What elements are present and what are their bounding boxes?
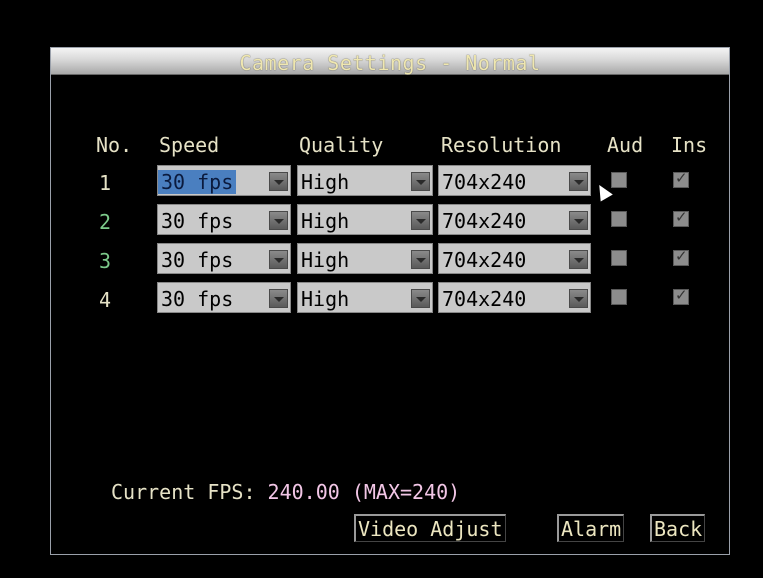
column-header-ins: Ins — [671, 133, 708, 157]
row-2-speed-value: 30 fps — [161, 209, 234, 233]
row-3-resolution-value: 704x240 — [442, 248, 527, 272]
row-1-speed-value: 30 fps — [158, 170, 237, 194]
row-4-ins-checkbox[interactable] — [673, 286, 689, 305]
row-1-ins-checkbox[interactable] — [673, 169, 689, 188]
row-4-resolution-select[interactable]: 704x240 — [438, 282, 591, 313]
row-1-speed-select[interactable]: 30 fps — [157, 165, 291, 196]
camera-settings-panel: Camera Settings - Normal No. Speed Quali… — [50, 47, 730, 555]
row-1-aud-checkbox[interactable] — [611, 172, 627, 188]
row-3-resolution-select[interactable]: 704x240 — [438, 243, 591, 274]
row-2-resolution-select[interactable]: 704x240 — [438, 204, 591, 235]
chevron-down-icon[interactable] — [411, 250, 430, 269]
row-4-speed-select[interactable]: 30 fps — [157, 282, 291, 313]
row-4-resolution-value: 704x240 — [442, 287, 527, 311]
back-button[interactable]: Back — [650, 514, 706, 542]
row-2-number: 2 — [99, 210, 112, 234]
row-1-resolution-value: 704x240 — [442, 170, 527, 194]
row-4-speed-value: 30 fps — [161, 287, 234, 311]
alarm-button[interactable]: Alarm — [557, 514, 625, 542]
chevron-down-icon[interactable] — [269, 211, 288, 230]
row-3-quality-select[interactable]: High — [297, 243, 433, 274]
chevron-down-icon[interactable] — [269, 250, 288, 269]
chevron-down-icon[interactable] — [569, 172, 588, 191]
video-adjust-button[interactable]: Video Adjust — [354, 514, 506, 542]
row-3-quality-value: High — [301, 248, 350, 272]
chevron-down-icon[interactable] — [411, 289, 430, 308]
row-1-resolution-select[interactable]: 704x240 — [438, 165, 591, 196]
row-4-aud-checkbox[interactable] — [611, 289, 627, 305]
chevron-down-icon[interactable] — [569, 211, 588, 230]
column-header-speed: Speed — [159, 133, 220, 157]
chevron-down-icon[interactable] — [411, 172, 430, 191]
row-4-quality-value: High — [301, 287, 350, 311]
column-header-resolution: Resolution — [441, 133, 562, 157]
row-2-ins-checkbox[interactable] — [673, 208, 689, 227]
row-2-quality-select[interactable]: High — [297, 204, 433, 235]
row-4-quality-select[interactable]: High — [297, 282, 433, 313]
chevron-down-icon[interactable] — [269, 172, 288, 191]
column-header-aud: Aud — [607, 133, 644, 157]
row-2-quality-value: High — [301, 209, 350, 233]
row-3-speed-select[interactable]: 30 fps — [157, 243, 291, 274]
chevron-down-icon[interactable] — [569, 250, 588, 269]
row-4-number: 4 — [99, 288, 112, 312]
row-1-number: 1 — [99, 171, 112, 195]
window-title: Camera Settings - Normal — [239, 51, 541, 75]
title-bar: Camera Settings - Normal — [51, 48, 729, 75]
chevron-down-icon[interactable] — [411, 211, 430, 230]
current-fps-readout: Current FPS: 240.00 (MAX=240) — [111, 480, 460, 504]
row-2-aud-checkbox[interactable] — [611, 211, 627, 227]
row-2-resolution-value: 704x240 — [442, 209, 527, 233]
current-fps-value: 240.00 (MAX=240) — [267, 480, 461, 504]
mouse-pointer-icon — [593, 181, 613, 202]
row-3-speed-value: 30 fps — [161, 248, 234, 272]
current-fps-label: Current FPS: — [111, 480, 268, 504]
row-3-ins-checkbox[interactable] — [673, 247, 689, 266]
row-3-aud-checkbox[interactable] — [611, 250, 627, 266]
column-header-no: No. — [96, 133, 133, 157]
chevron-down-icon[interactable] — [569, 289, 588, 308]
row-1-quality-value: High — [301, 170, 350, 194]
chevron-down-icon[interactable] — [269, 289, 288, 308]
column-header-quality: Quality — [299, 133, 384, 157]
row-3-number: 3 — [99, 249, 112, 273]
row-1-quality-select[interactable]: High — [297, 165, 433, 196]
row-2-speed-select[interactable]: 30 fps — [157, 204, 291, 235]
